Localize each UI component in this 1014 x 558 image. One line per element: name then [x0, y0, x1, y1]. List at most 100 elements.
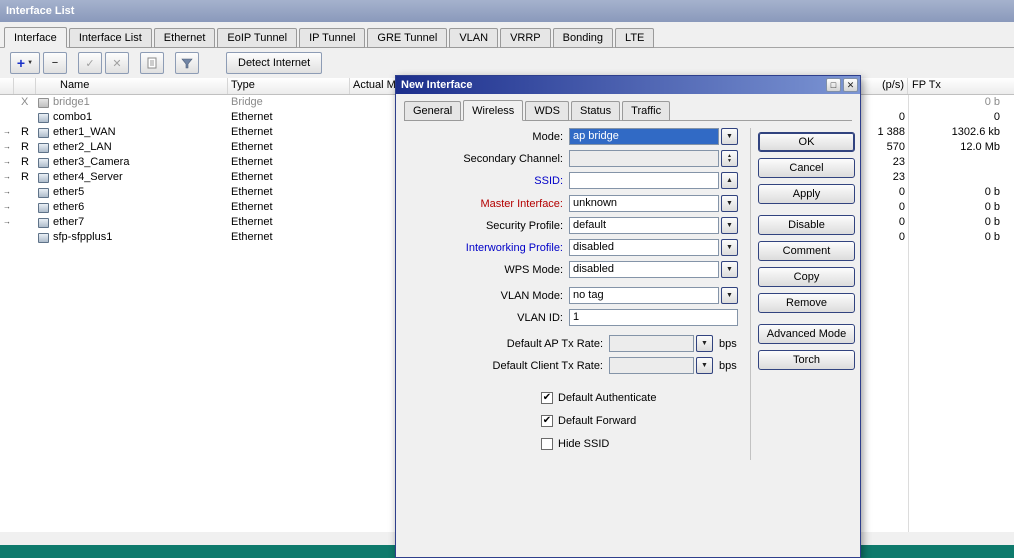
add-icon: + — [16, 55, 26, 71]
interface-type: Ethernet — [231, 111, 273, 123]
row-arrow-icon: → — [3, 157, 11, 166]
enable-button[interactable]: ✓ — [78, 52, 102, 74]
checkbox-checked-icon[interactable]: ✔ — [541, 414, 553, 427]
restore-button[interactable]: □ — [826, 78, 841, 92]
cancel-button[interactable]: Cancel — [758, 158, 855, 178]
default-authenticate-label: Default Authenticate — [558, 391, 657, 404]
interface-type: Bridge — [231, 96, 263, 108]
interface-name: ether4_Server — [53, 171, 123, 183]
comment-button[interactable]: Comment — [758, 241, 855, 261]
advanced-mode-button[interactable]: Advanced Mode — [758, 324, 855, 344]
secondary-channel-spinner[interactable]: ▲ ▼ — [721, 150, 738, 167]
ok-button[interactable]: OK — [758, 132, 855, 152]
disable-button[interactable]: ✕ — [105, 52, 129, 74]
new-interface-dialog: New Interface □ ✕ General Wireless WDS S… — [395, 75, 861, 558]
bps-unit-label: bps — [719, 337, 737, 350]
ssid-label: SSID: — [534, 174, 563, 187]
remove-button[interactable]: Remove — [758, 293, 855, 313]
fp-tx-value: 1302.6 kb — [951, 126, 1000, 138]
interface-name: sfp-sfpplus1 — [53, 231, 113, 243]
copy-button[interactable]: Copy — [758, 267, 855, 287]
checkbox-unchecked-icon[interactable] — [541, 437, 553, 450]
default-client-tx-rate-dropdown-button[interactable]: ▼ — [696, 357, 713, 374]
header-name[interactable]: Name — [36, 78, 228, 94]
row-arrow-icon: → — [3, 127, 11, 136]
apply-button[interactable]: Apply — [758, 184, 855, 204]
tab-gre-tunnel[interactable]: GRE Tunnel — [367, 28, 448, 48]
wps-mode-field[interactable]: disabled — [569, 261, 719, 278]
dialog-tab-bar: General Wireless WDS Status Traffic — [404, 100, 852, 121]
window-titlebar[interactable]: Interface List — [0, 0, 1014, 22]
ethernet-icon — [38, 202, 49, 213]
tab-ip-tunnel[interactable]: IP Tunnel — [299, 28, 366, 48]
default-forward-option[interactable]: ✔ Default Forward — [541, 414, 750, 427]
tab-wds[interactable]: WDS — [525, 101, 569, 121]
mode-label: Mode: — [532, 130, 563, 143]
row-arrow-icon — [0, 110, 14, 125]
torch-button[interactable]: Torch — [758, 350, 855, 370]
close-button[interactable]: ✕ — [843, 78, 858, 92]
vlan-mode-field[interactable]: no tag — [569, 287, 719, 304]
comment-button[interactable] — [140, 52, 164, 74]
security-profile-dropdown-button[interactable]: ▼ — [721, 217, 738, 234]
mode-dropdown-button[interactable]: ▼ — [721, 128, 738, 145]
ssid-expand-button[interactable]: ▲ — [721, 172, 738, 189]
row-arrow-icon — [0, 230, 14, 245]
tab-interface-list[interactable]: Interface List — [68, 28, 152, 48]
interface-name: ether7 — [53, 216, 85, 228]
disable-icon: ✕ — [112, 57, 122, 70]
header-flag-col[interactable] — [14, 78, 36, 94]
tab-eoip-tunnel[interactable]: EoIP Tunnel — [217, 28, 298, 48]
default-client-tx-rate-field[interactable] — [609, 357, 694, 374]
wps-mode-dropdown-button[interactable]: ▼ — [721, 261, 738, 278]
header-type[interactable]: Type — [228, 78, 350, 94]
filter-button[interactable] — [175, 52, 199, 74]
interworking-profile-field[interactable]: disabled — [569, 239, 719, 256]
master-interface-dropdown-button[interactable]: ▼ — [721, 195, 738, 212]
interface-name: combo1 — [53, 111, 93, 123]
tab-interface[interactable]: Interface — [4, 27, 67, 48]
security-profile-field[interactable]: default — [569, 217, 719, 234]
tab-wireless[interactable]: Wireless — [463, 100, 524, 121]
toolbar: + ▼ − ✓ ✕ Detect Internet — [0, 48, 1014, 78]
row-flag — [14, 110, 36, 125]
row-arrow-icon — [0, 95, 14, 110]
remove-button[interactable]: − — [43, 52, 67, 74]
default-authenticate-option[interactable]: ✔ Default Authenticate — [541, 391, 750, 404]
vlan-mode-dropdown-button[interactable]: ▼ — [721, 287, 738, 304]
row-flag — [14, 215, 36, 230]
close-icon: ✕ — [846, 80, 855, 90]
disable-button[interactable]: Disable — [758, 215, 855, 235]
vlan-id-field[interactable]: 1 — [569, 309, 738, 326]
mode-field[interactable]: ap bridge — [569, 128, 719, 145]
ssid-field[interactable] — [569, 172, 719, 189]
tab-general[interactable]: General — [404, 101, 462, 121]
security-profile-label: Security Profile: — [485, 219, 563, 232]
detect-internet-button[interactable]: Detect Internet — [226, 52, 323, 74]
tab-vlan[interactable]: VLAN — [449, 28, 499, 48]
checkbox-checked-icon[interactable]: ✔ — [541, 391, 553, 404]
tab-vrrp[interactable]: VRRP — [500, 28, 551, 48]
secondary-channel-field[interactable] — [569, 150, 719, 167]
default-ap-tx-rate-field[interactable] — [609, 335, 694, 352]
add-button[interactable]: + ▼ — [10, 52, 40, 74]
wps-mode-label: WPS Mode: — [504, 263, 563, 276]
tab-bonding[interactable]: Bonding — [552, 28, 614, 48]
tab-status[interactable]: Status — [570, 101, 621, 121]
tab-traffic[interactable]: Traffic — [622, 101, 671, 121]
ethernet-icon — [38, 127, 49, 138]
row-arrow-icon: → — [3, 187, 11, 196]
interworking-profile-dropdown-button[interactable]: ▼ — [721, 239, 738, 256]
default-ap-tx-rate-dropdown-button[interactable]: ▼ — [696, 335, 713, 352]
tab-lte[interactable]: LTE — [615, 28, 655, 48]
tab-ethernet[interactable]: Ethernet — [153, 28, 216, 48]
dialog-titlebar[interactable]: New Interface □ ✕ — [396, 76, 860, 94]
header-fp-tx[interactable]: FP Tx — [908, 78, 1014, 94]
hide-ssid-option[interactable]: Hide SSID — [541, 437, 750, 450]
bps-unit-label: bps — [719, 359, 737, 372]
bridge-icon — [38, 97, 49, 108]
master-interface-field[interactable]: unknown — [569, 195, 719, 212]
chevron-down-icon: ▼ — [726, 292, 733, 299]
comment-icon — [147, 57, 157, 69]
header-arrow-col — [0, 78, 14, 94]
